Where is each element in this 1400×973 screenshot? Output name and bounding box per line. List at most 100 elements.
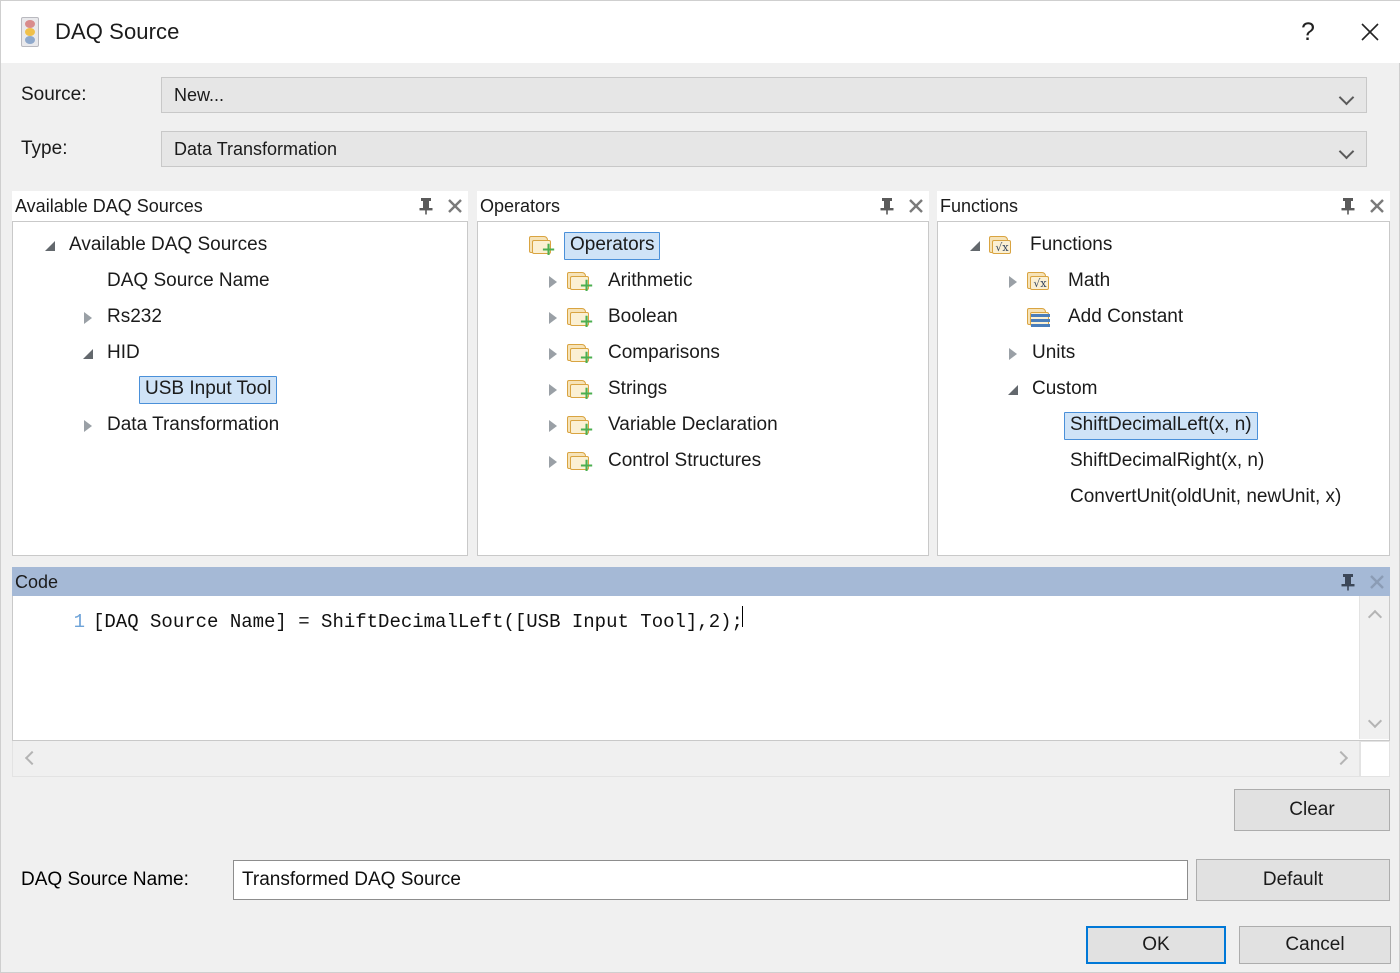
panel-body-available[interactable]: Available DAQ Sources DAQ Source Name Rs23… [12,221,468,556]
close-button[interactable] [1339,1,1400,63]
functions-tree-item[interactable]: ShiftDecimalRight(x, n) [938,444,1389,480]
close-icon[interactable] [907,197,925,215]
functions-tree-item[interactable]: Units [938,336,1389,372]
ok-button[interactable]: OK [1086,926,1226,964]
folder-add-icon: + [566,306,594,331]
tree-item-label: ShiftDecimalRight(x, n) [1070,450,1265,471]
chevron-down-icon [1340,78,1354,114]
tree-item-label: DAQ Source Name [107,270,270,291]
operators-tree-item[interactable]: + Operators [478,228,928,264]
functions-tree-item[interactable]: √x Math [938,264,1389,300]
tree-available-daq-sources: Available DAQ Sources DAQ Source Name Rs23… [13,222,467,444]
folder-function-icon: √x [988,234,1016,258]
expander-collapsed-icon[interactable] [75,408,101,444]
panel-title-functions: Functions [940,195,1019,216]
window-title: DAQ Source [55,19,180,44]
scroll-right-icon[interactable] [1327,741,1357,775]
daq-source-name-input[interactable]: Transformed DAQ Source [233,860,1188,900]
operators-tree-item[interactable]: + Variable Declaration [478,408,928,444]
panel-title-code: Code [15,571,59,592]
available-tree-item[interactable]: USB Input Tool [13,372,467,408]
expander-collapsed-icon[interactable] [540,408,566,444]
cancel-button[interactable]: Cancel [1239,926,1391,964]
tree-item-label: Math [1068,270,1111,291]
tree-item-label: ShiftDecimalLeft(x, n) [1064,412,1258,440]
code-line: 1 [DAQ Source Name] = ShiftDecimalLeft([… [13,596,1389,633]
available-tree-item[interactable]: DAQ Source Name [13,264,467,300]
tree-item-label: Units [1032,342,1076,363]
available-tree-item[interactable]: Available DAQ Sources [13,228,467,264]
default-button[interactable]: Default [1196,859,1390,901]
folder-add-icon: + [528,234,556,259]
folder-constant-icon [1026,306,1054,330]
folder-add-icon: + [566,378,594,403]
pin-icon[interactable] [418,197,434,215]
expander-collapsed-icon[interactable] [75,300,101,336]
daq-source-dialog: DAQ Source ? Source: New... Type: Data T… [0,0,1400,973]
daq-source-name-row: DAQ Source Name: Transformed DAQ Source [1,859,1400,901]
pin-icon[interactable] [1340,197,1356,215]
tree-item-label: Functions [1030,234,1113,255]
source-dropdown[interactable]: New... [161,77,1367,113]
scroll-down-icon[interactable] [1360,707,1390,735]
scroll-up-icon[interactable] [1360,600,1390,628]
code-editor[interactable]: 1 [DAQ Source Name] = ShiftDecimalLeft([… [12,596,1390,741]
tree-item-label: USB Input Tool [139,376,278,404]
functions-tree-item[interactable]: √x Functions [938,228,1389,264]
source-label: Source: [21,84,87,105]
available-tree-item[interactable]: Rs232 [13,300,467,336]
close-icon[interactable] [446,197,464,215]
type-dropdown[interactable]: Data Transformation [161,131,1367,167]
pin-icon[interactable] [1340,573,1356,591]
source-row: Source: New... [1,77,1400,113]
close-icon[interactable] [1368,197,1386,215]
tree-item-label: Available DAQ Sources [69,234,268,255]
operators-tree-item[interactable]: + Arithmetic [478,264,928,300]
pin-icon[interactable] [879,197,895,215]
functions-tree-item[interactable]: ConvertUnit(oldUnit, newUnit, x) [938,480,1389,516]
expander-expanded-icon[interactable] [75,336,101,372]
text-caret [741,606,743,627]
title-bar: DAQ Source ? [1,1,1400,63]
close-icon[interactable] [1368,573,1386,591]
code-line-number: 1 [73,611,85,633]
panel-header-code: Code [12,567,1390,597]
expander-collapsed-icon[interactable] [540,372,566,408]
code-horizontal-scrollbar[interactable] [12,741,1360,777]
help-button[interactable]: ? [1277,1,1339,63]
functions-tree-item[interactable]: Add Constant [938,300,1389,336]
panel-body-functions[interactable]: √x Functions √x Math Add Constant Units Custom… [937,221,1390,556]
functions-tree-item[interactable]: ShiftDecimalLeft(x, n) [938,408,1389,444]
operators-tree-item[interactable]: + Comparisons [478,336,928,372]
clear-button[interactable]: Clear [1234,789,1390,831]
type-label: Type: [21,138,68,159]
operators-tree-item[interactable]: + Boolean [478,300,928,336]
available-tree-item[interactable]: HID [13,336,467,372]
panel-body-operators[interactable]: + Operators + Arithmetic + Boolean + Comparison… [477,221,929,556]
source-value: New... [174,84,225,105]
tree-item-label: HID [107,342,140,363]
expander-expanded-icon[interactable] [37,228,63,264]
tree-item-label: Rs232 [107,306,162,327]
expander-collapsed-icon[interactable] [540,300,566,336]
functions-tree-item[interactable]: Custom [938,372,1389,408]
expander-collapsed-icon[interactable] [540,336,566,372]
folder-function-icon: √x [1026,270,1054,294]
folder-add-icon: + [566,342,594,367]
expander-collapsed-icon[interactable] [540,264,566,300]
title-bar-buttons: ? [1277,1,1400,63]
scroll-left-icon[interactable] [15,741,45,775]
expander-collapsed-icon[interactable] [1000,336,1026,372]
expander-collapsed-icon[interactable] [540,444,566,480]
tree-item-label: Control Structures [608,450,762,471]
expander-expanded-icon[interactable] [962,228,988,264]
expander-placeholder [502,228,528,264]
expander-collapsed-icon[interactable] [1000,264,1026,300]
panel-available-daq-sources: Available DAQ Sources Available DAQ Sour… [12,191,468,556]
operators-tree-item[interactable]: + Control Structures [478,444,928,480]
operators-tree-item[interactable]: + Strings [478,372,928,408]
available-tree-item[interactable]: Data Transformation [13,408,467,444]
tree-item-label: Data Transformation [107,414,280,435]
code-vertical-scrollbar[interactable] [1359,596,1389,739]
expander-expanded-icon[interactable] [1000,372,1026,408]
